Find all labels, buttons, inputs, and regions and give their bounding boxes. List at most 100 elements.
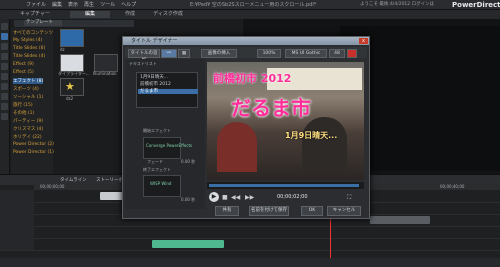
title-text-line3[interactable]: 1月9日晴天... [285, 130, 337, 141]
clip[interactable] [370, 216, 430, 224]
text-list-item[interactable]: 1月9日晴天... [138, 75, 198, 80]
thumbnail-caption: Illumination [93, 71, 117, 76]
transition-room-icon[interactable] [1, 73, 8, 80]
person-shape [217, 122, 257, 172]
voiceover-icon[interactable] [1, 93, 8, 100]
tree-item[interactable]: パーティー (9) [13, 118, 43, 124]
template-thumbnail[interactable]: ★ [60, 78, 84, 96]
tree-item[interactable]: クリスマス (4) [13, 126, 43, 132]
template-thumbnail[interactable] [94, 54, 118, 72]
track [0, 238, 500, 251]
motion-tab[interactable]: 〰 [161, 49, 177, 58]
template-thumbnail[interactable] [60, 29, 84, 47]
tree-item[interactable]: Effect (5) [13, 70, 34, 75]
duration-out[interactable]: 0.00 秒 [181, 197, 195, 203]
tree-item[interactable]: ホリデイ (22) [13, 134, 42, 140]
particle-room-icon[interactable] [1, 53, 8, 60]
user-info: ようこそ 最後:4/4/2012 ログインは [360, 2, 435, 7]
subtitle-room-icon[interactable] [1, 113, 8, 120]
share-button[interactable]: 共有 [215, 206, 239, 216]
out-effect-name: WISP Wind [150, 181, 172, 186]
tree-item[interactable]: すべてのコンテンツ [13, 30, 53, 36]
thumbnail-caption: dz2 [66, 96, 74, 101]
tree-item[interactable]: Power Director (2) [13, 142, 54, 147]
in-effect-name: Converge PowerEffects [146, 143, 193, 148]
insert-image-button[interactable]: 画像の挿入 [201, 49, 237, 58]
tree-item[interactable]: 旅行 (15) [13, 102, 33, 108]
font-dropdown[interactable]: MS UI Gothic [285, 49, 327, 58]
save-as-button[interactable]: 名前を付けて保存 [249, 206, 289, 216]
designer-toolbar: タイトルの追加 〰 ▦ 画像の挿入 100% MS UI Gothic 48 [125, 47, 367, 63]
person-shape [302, 117, 347, 172]
mode-tabs: キャプチャー 編集 作成 ディスク作成 [0, 10, 500, 19]
text-list-item-selected[interactable]: だるま市 [138, 89, 198, 94]
ruler-mark: 00;00;00;00 [40, 184, 65, 189]
tree-item[interactable]: My Styles (4) [13, 38, 42, 43]
pip-room-icon[interactable] [1, 43, 8, 50]
title-text-line2[interactable]: だるま市 [231, 92, 311, 121]
in-effect-thumbnail[interactable]: Converge PowerEffects [143, 137, 192, 159]
tree-item-selected[interactable]: エフェクト (8) [13, 78, 44, 84]
tree-item[interactable]: Title Slides (4) [13, 54, 45, 59]
text-list-label: テキストリスト [129, 61, 157, 66]
template-thumbnail[interactable] [60, 54, 84, 72]
fade-label: フェード [147, 159, 163, 164]
cancel-button[interactable]: キャンセル [327, 206, 361, 216]
chapter-room-icon[interactable] [1, 103, 8, 110]
tree-item[interactable]: ソーシャル (1) [13, 94, 43, 100]
title-preview-canvas[interactable]: 前橋初市 2012 だるま市 1月9日晴天... [207, 62, 364, 180]
tab-timeline[interactable]: タイムライン [60, 177, 87, 183]
menu-file[interactable]: ファイル [26, 1, 46, 8]
duration-in[interactable]: 0.00 秒 [181, 159, 195, 165]
timecode[interactable]: 00;00;02;00 [277, 194, 308, 200]
add-title-button[interactable]: タイトルの追加 [128, 49, 160, 63]
grid-icon[interactable]: ▦ [178, 49, 190, 58]
track-header[interactable] [0, 226, 34, 238]
audio-mixing-icon[interactable] [1, 83, 8, 90]
tree-item[interactable]: その他 (1) [13, 110, 34, 116]
effect-room-icon[interactable] [1, 33, 8, 40]
next-frame-icon[interactable]: ▶▶ [245, 194, 254, 201]
playback-controls: ▶ ■ ◀◀ ▶▶ 00;00;02;00 ⛶ [207, 190, 364, 204]
room-toolbar [0, 19, 10, 174]
tab-disc[interactable]: ディスク作成 [148, 11, 188, 18]
zoom-dropdown[interactable]: 100% [257, 49, 281, 58]
tree-item[interactable]: Effect (9) [13, 62, 34, 67]
menu-view[interactable]: 表示 [68, 1, 78, 8]
tab-capture[interactable]: キャプチャー [20, 11, 50, 18]
thumbnail-caption: タイプライター... [58, 71, 90, 76]
scrub-track [209, 184, 359, 187]
track-header[interactable] [0, 214, 34, 226]
out-effect-thumbnail[interactable]: WISP Wind [143, 175, 181, 197]
title-room-icon[interactable] [1, 63, 8, 70]
font-size-dropdown[interactable]: 48 [329, 49, 345, 58]
preview-scrubber[interactable] [207, 182, 364, 189]
dialog-close-button[interactable]: x [359, 38, 368, 44]
menu-help[interactable]: ヘルプ [121, 1, 136, 8]
color-picker[interactable] [347, 49, 357, 58]
track-header[interactable] [0, 190, 34, 202]
menu-play[interactable]: 再生 [84, 1, 94, 8]
prev-frame-icon[interactable]: ◀◀ [231, 194, 240, 201]
play-icon[interactable]: ▶ [209, 192, 219, 202]
in-effect-label: 開始エフェクト [143, 128, 171, 133]
library-filter-dropdown[interactable]: テンプレート [24, 20, 62, 26]
ok-button[interactable]: OK [301, 206, 323, 216]
dialog-titlebar: タイトル デザイナー x [123, 37, 369, 45]
tree-item[interactable]: Power Director (1) [13, 150, 54, 155]
menu-edit[interactable]: 編集 [52, 1, 62, 8]
stop-icon[interactable]: ■ [222, 194, 228, 201]
tree-item[interactable]: スポーツ (4) [13, 86, 39, 92]
fullscreen-icon[interactable]: ⛶ [347, 194, 351, 202]
tree-item[interactable]: Title Slides (6) [13, 46, 45, 51]
text-list-item[interactable]: 前橋初市 2012 [138, 82, 198, 87]
title-clip[interactable] [152, 240, 224, 248]
title-text-line1[interactable]: 前橋初市 2012 [213, 70, 291, 86]
tab-edit[interactable]: 編集 [70, 11, 110, 18]
status-bar [0, 258, 500, 267]
track-header[interactable] [0, 202, 34, 214]
track-header[interactable] [0, 238, 34, 250]
media-room-icon[interactable] [1, 23, 8, 30]
tab-produce[interactable]: 作成 [115, 11, 145, 18]
menu-tools[interactable]: ツール [100, 1, 115, 8]
